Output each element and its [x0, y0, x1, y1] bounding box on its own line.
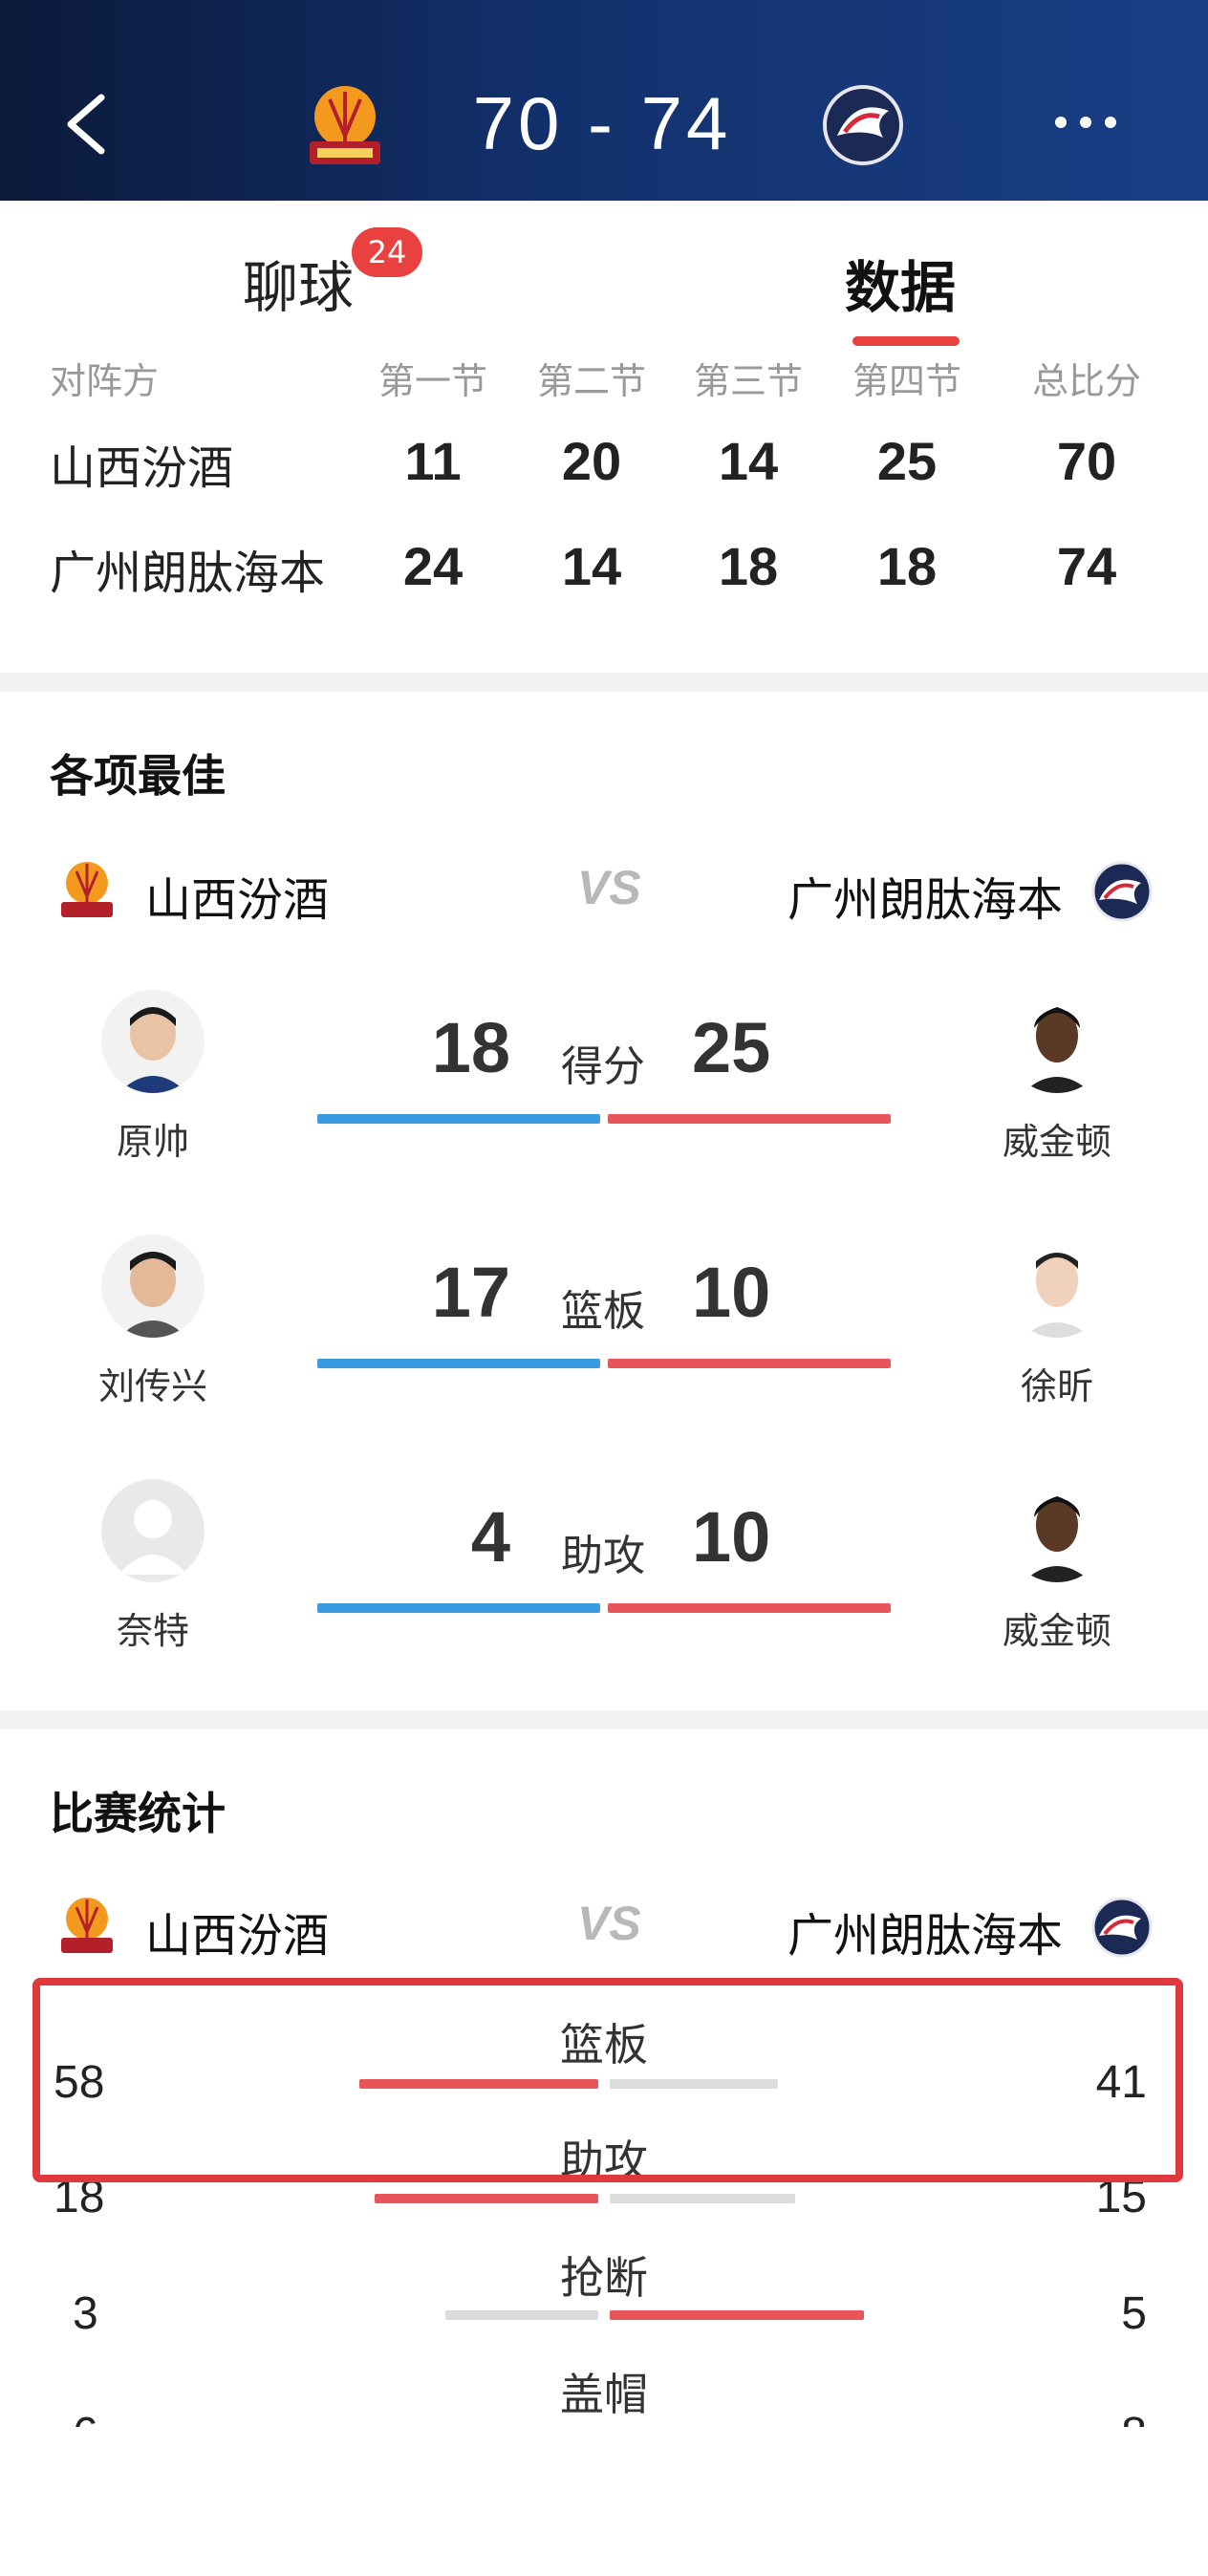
player-avatar[interactable] [1005, 1479, 1109, 1582]
vs-label: VS [577, 861, 641, 914]
bottom-blank-area [0, 2427, 1208, 2576]
away-team-logo [1091, 861, 1153, 922]
vs-label: VS [577, 1897, 641, 1950]
active-tab-indicator [852, 336, 960, 346]
game-header: 70 - 74 [0, 0, 1208, 201]
away-bar [610, 2194, 795, 2203]
home-team-logo [61, 1898, 113, 1953]
row-total: 74 [1056, 536, 1117, 596]
row-q4: 18 [876, 536, 938, 596]
home-player-name[interactable]: 奈特 [48, 1601, 258, 1654]
row-total: 70 [1056, 431, 1117, 491]
row-q2: 20 [561, 431, 622, 491]
section-divider [0, 1710, 1208, 1729]
header-q4: 第四节 [852, 360, 961, 402]
tab-chat[interactable]: 聊球 [243, 243, 354, 323]
quarter-score-table: 对阵方 第一节 第二节 第三节 第四节 总比分 山西汾酒 11 20 14 25… [0, 346, 1208, 671]
stats-team-row: 山西汾酒 VS 广州朗肽海本 [0, 1878, 1208, 1974]
header-team: 对阵方 [50, 360, 160, 402]
home-stat-value: 4 [470, 1497, 510, 1577]
away-bar [608, 1359, 891, 1368]
leader-row-rebounds: 刘传兴 17 篮板 10 徐昕 [0, 1234, 1208, 1473]
more-dots-icon [1055, 117, 1116, 128]
player-avatar[interactable] [101, 1234, 205, 1338]
stat-label: 盖帽 [560, 2369, 648, 2420]
leader-row-assists: 奈特 4 助攻 10 威金顿 [0, 1479, 1208, 1718]
stat-category: 得分 [561, 1042, 645, 1091]
chat-count-badge: 24 [352, 227, 422, 277]
home-team-name: 山西汾酒 [145, 873, 330, 927]
away-stat-value: 10 [692, 1497, 771, 1577]
home-team-logo[interactable] [298, 78, 392, 172]
row-q1: 24 [402, 536, 464, 596]
player-avatar[interactable] [101, 990, 205, 1093]
header-q1: 第一节 [378, 360, 487, 402]
home-player-name[interactable]: 原帅 [48, 1112, 258, 1165]
table-header-row: 对阵方 第一节 第二节 第三节 第四节 总比分 [0, 352, 1208, 409]
away-bar [608, 1603, 891, 1613]
away-score: 74 [640, 81, 732, 165]
home-bar [317, 1603, 600, 1613]
section-divider [0, 673, 1208, 692]
home-stat-value: 6 [73, 2408, 187, 2427]
leader-row-points: 原帅 18 得分 25 威金顿 [0, 990, 1208, 1229]
away-player-name[interactable]: 徐昕 [952, 1357, 1162, 1409]
home-bar [445, 2310, 598, 2320]
score-separator: - [588, 81, 616, 165]
header-q3: 第三节 [693, 360, 803, 402]
home-team-logo [61, 862, 113, 917]
stat-category: 篮板 [561, 1287, 645, 1336]
home-team-name: 山西汾酒 [145, 1909, 330, 1963]
leaders-team-row: 山西汾酒 VS 广州朗肽海本 [0, 843, 1208, 938]
home-bar [317, 1114, 600, 1124]
away-player-name[interactable]: 威金顿 [952, 1601, 1162, 1654]
home-score: 70 [472, 81, 564, 165]
away-team-name: 广州朗肽海本 [787, 1909, 1063, 1963]
row-q3: 18 [718, 536, 779, 596]
header-total: 总比分 [1031, 360, 1141, 402]
more-options-button[interactable] [1047, 99, 1124, 147]
away-team-logo [1091, 1897, 1153, 1958]
away-team-name: 广州朗肽海本 [787, 873, 1063, 927]
home-bar [317, 1359, 600, 1368]
away-stat-value: 10 [692, 1253, 771, 1332]
away-stat-value: 25 [692, 1008, 771, 1087]
tab-bar: 聊球 24 数据 [0, 201, 1208, 346]
leaders-title: 各项最佳 [50, 750, 226, 802]
row-team-name: 山西汾酒 [50, 441, 234, 495]
away-stat-value: 8 [1032, 2408, 1147, 2427]
score-display: 70 - 74 [440, 80, 765, 167]
stat-row-steals: 抢断 3 5 [0, 2243, 1208, 2358]
player-avatar-placeholder[interactable] [101, 1479, 205, 1582]
table-row: 广州朗肽海本 24 14 18 18 74 [0, 535, 1208, 627]
status-bar [0, 0, 1208, 21]
back-button[interactable] [59, 90, 113, 159]
stat-row-blocks: 盖帽 6 8 [0, 2360, 1208, 2427]
stat-category: 助攻 [561, 1532, 645, 1580]
tab-data[interactable]: 数据 [845, 243, 956, 323]
home-stat-value: 18 [431, 1008, 510, 1087]
row-q4: 25 [876, 431, 938, 491]
away-bar [610, 2310, 864, 2320]
player-avatar[interactable] [1005, 1234, 1109, 1338]
highlight-annotation-box [32, 1978, 1183, 2182]
match-stats-title: 比赛统计 [50, 1788, 226, 1839]
away-bar [608, 1114, 891, 1124]
stat-label: 抢断 [560, 2252, 648, 2304]
away-stat-value: 5 [1121, 2288, 1147, 2339]
chevron-left-icon [67, 94, 105, 155]
player-avatar[interactable] [1005, 990, 1109, 1093]
home-stat-value: 3 [73, 2288, 98, 2339]
home-stat-value: 17 [431, 1253, 510, 1332]
row-q2: 14 [561, 536, 622, 596]
row-q3: 14 [718, 431, 779, 491]
home-bar [375, 2194, 598, 2203]
header-q2: 第二节 [536, 360, 646, 402]
row-q1: 11 [404, 431, 462, 491]
away-team-logo[interactable] [816, 78, 910, 172]
away-player-name[interactable]: 威金顿 [952, 1112, 1162, 1165]
home-player-name[interactable]: 刘传兴 [48, 1357, 258, 1409]
table-row: 山西汾酒 11 20 14 25 70 [0, 430, 1208, 522]
row-team-name: 广州朗肽海本 [50, 547, 326, 600]
